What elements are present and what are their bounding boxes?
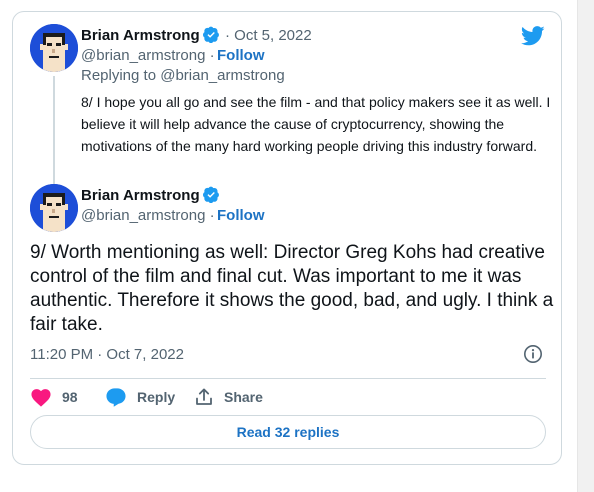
like-button[interactable]: 98: [30, 386, 78, 408]
divider: [30, 378, 546, 379]
share-button[interactable]: Share: [194, 386, 263, 408]
info-icon[interactable]: [523, 344, 543, 364]
thread-connector-line: [53, 76, 55, 186]
follow-button[interactable]: Follow: [217, 207, 265, 224]
tweet-text: 9/ Worth mentioning as well: Director Gr…: [30, 242, 554, 335]
heart-icon: [31, 389, 51, 407]
avatar[interactable]: [30, 24, 78, 72]
twitter-bird-icon[interactable]: [521, 26, 545, 46]
author-name[interactable]: Brian Armstrong: [81, 187, 200, 204]
avatar[interactable]: [30, 184, 78, 232]
author-handle[interactable]: @brian_armstrong ·: [81, 207, 215, 224]
tweet-timestamp[interactable]: 11:20 PM · Oct 7, 2022: [30, 346, 184, 363]
replying-to-label[interactable]: Replying to @brian_armstrong: [81, 67, 285, 84]
reply-button[interactable]: Reply: [105, 386, 175, 408]
share-label: Share: [224, 389, 263, 405]
follow-button[interactable]: Follow: [217, 47, 265, 64]
quoted-tweet-text: 8/ I hope you all go and see the film - …: [81, 94, 551, 154]
author-name[interactable]: Brian Armstrong: [81, 27, 200, 44]
avatar-pixel-art-icon: [30, 24, 78, 72]
reply-label: Reply: [137, 389, 176, 405]
verified-badge-icon: [203, 26, 219, 43]
tweet-date[interactable]: · Oct 5, 2022: [225, 27, 312, 44]
share-icon: [196, 388, 212, 405]
verified-badge-icon: [203, 186, 219, 203]
read-replies-button[interactable]: Read 32 replies: [30, 415, 546, 449]
like-count: 98: [62, 389, 78, 405]
tweet-embed-card: Brian Armstrong · Oct 5, 2022 @brian_arm…: [12, 11, 562, 465]
speech-bubble-icon: [106, 388, 126, 407]
avatar-pixel-art-icon: [30, 184, 78, 232]
author-handle[interactable]: @brian_armstrong ·: [81, 47, 215, 64]
page-scrollbar[interactable]: [577, 0, 594, 492]
